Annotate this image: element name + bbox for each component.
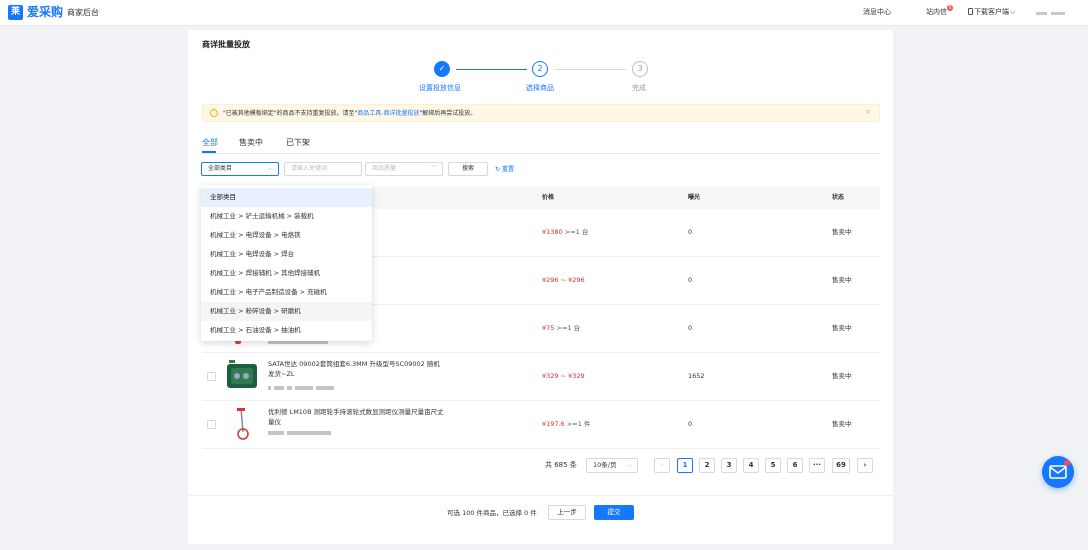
chevron-down-icon: ⌵ bbox=[1010, 8, 1016, 16]
reset-button[interactable]: ↻ 重置 bbox=[495, 165, 514, 174]
min-order: >=1 台 bbox=[564, 228, 589, 236]
step-2-circle: 2 bbox=[532, 61, 548, 77]
step-1-label: 设置投放信息 bbox=[419, 84, 461, 92]
category-option[interactable]: 全部类目 bbox=[201, 188, 372, 207]
step-1-check-icon: ✓ bbox=[434, 61, 450, 77]
product-status: 售卖中 bbox=[832, 324, 852, 332]
product-status: 售卖中 bbox=[832, 228, 852, 236]
user-name[interactable] bbox=[1051, 12, 1065, 15]
footer-bar: 可选 100 件商品，已选择 0 件 上一步 提交 bbox=[188, 495, 893, 539]
min-order: >=1 件 bbox=[566, 420, 591, 428]
row-checkbox[interactable] bbox=[207, 372, 216, 381]
refresh-icon: ↻ bbox=[495, 166, 501, 173]
avatar[interactable] bbox=[1036, 12, 1047, 15]
submit-button[interactable]: 提交 bbox=[594, 505, 634, 520]
search-button[interactable]: 搜索 bbox=[448, 162, 488, 176]
step-3-label: 完成 bbox=[632, 84, 646, 92]
logo-icon: 莱 bbox=[8, 5, 23, 20]
inbox-link[interactable]: 站内信 bbox=[926, 8, 947, 17]
product-image bbox=[225, 358, 259, 392]
warning-alert: ! "已被其他模板绑定"的商品不支持重复投放。请至"商品工具-商详批量投放"解绑… bbox=[202, 104, 880, 122]
alert-prefix: "已被其他模板绑定"的商品不支持重复投放。请至" bbox=[223, 110, 358, 117]
price-value: ¥296 ~ ¥296 bbox=[542, 276, 585, 284]
category-option[interactable]: 机械工业 > 电焊设备 > 焊台 bbox=[201, 245, 372, 264]
info-icon: ! bbox=[210, 109, 218, 117]
product-status: 售卖中 bbox=[832, 372, 852, 380]
step-2-label: 选择商品 bbox=[526, 84, 554, 92]
product-exposure: 0 bbox=[688, 324, 693, 332]
product-name: SATA世达 09002套筒组套6.3MM 升级型号SC09002 随机发货~Z… bbox=[268, 360, 440, 378]
close-icon[interactable]: × bbox=[865, 108, 871, 116]
price-value: ¥329 ~ ¥329 bbox=[542, 372, 585, 380]
product-status: 售卖中 bbox=[832, 420, 852, 428]
table-row: 优利德 LM10B 测距轮手持滚轮式数显测距仪测量尺量亩尺丈量仪 ¥197.6 … bbox=[202, 401, 880, 449]
column-status: 状态 bbox=[832, 194, 845, 201]
product-exposure: 0 bbox=[688, 276, 693, 284]
product-exposure: 0 bbox=[688, 228, 693, 236]
reset-label: 重置 bbox=[501, 166, 514, 173]
price-value: ¥1380 bbox=[542, 228, 563, 236]
product-status: 售卖中 bbox=[832, 276, 852, 284]
tab-off-shelf[interactable]: 已下架 bbox=[286, 138, 310, 148]
price-value: ¥197.6 bbox=[542, 420, 565, 428]
category-option[interactable]: 机械工业 > 粉碎设备 > 研磨机 bbox=[201, 302, 372, 321]
tab-all[interactable]: 全部 bbox=[202, 138, 218, 148]
category-option[interactable]: 机械工业 > 石油设备 > 抽油机 bbox=[201, 321, 372, 340]
previous-step-button[interactable]: 上一步 bbox=[548, 505, 586, 520]
phone-icon bbox=[968, 8, 973, 15]
product-id bbox=[268, 431, 334, 436]
alert-link[interactable]: 商品工具-商详批量投放 bbox=[357, 110, 419, 117]
category-select-value: 全部类目 bbox=[208, 165, 233, 172]
message-center-link[interactable]: 消息中心 bbox=[863, 8, 891, 17]
product-price: ¥197.6 >=1 件 bbox=[542, 420, 590, 429]
table-row: SATA世达 09002套筒组套6.3MM 升级型号SC09002 随机发货~Z… bbox=[202, 353, 880, 401]
product-name: 优利德 LM10B 测距轮手持滚轮式数显测距仪测量尺量亩尺丈量仪 bbox=[268, 408, 444, 426]
category-option[interactable]: 机械工业 > 电焊设备 > 电烙铁 bbox=[201, 226, 372, 245]
chevron-down-icon: ﹀ bbox=[430, 165, 437, 172]
mail-floating-button[interactable] bbox=[1042, 456, 1074, 488]
product-exposure: 1652 bbox=[688, 372, 705, 380]
alert-message: "已被其他模板绑定"的商品不支持重复投放。请至"商品工具-商详批量投放"解绑后再… bbox=[223, 109, 476, 118]
notification-dot bbox=[1064, 460, 1070, 466]
keyword-input-placeholder: 请输入关键词 bbox=[291, 165, 328, 172]
category-option[interactable]: 机械工业 > 铲土运输机械 > 装载机 bbox=[201, 207, 372, 226]
download-client-link[interactable]: 下载客户端⌵ bbox=[968, 8, 1015, 17]
step-connector-2 bbox=[554, 69, 626, 70]
category-dropdown: 全部类目 机械工业 > 铲土运输机械 > 装载机 机械工业 > 电焊设备 > 电… bbox=[201, 185, 372, 341]
tab-on-sale[interactable]: 售卖中 bbox=[239, 138, 263, 148]
product-price: ¥329 ~ ¥329 bbox=[542, 372, 585, 381]
price-value: ¥75 bbox=[542, 324, 555, 332]
category-option[interactable]: 机械工业 > 电子产品制造设备 > 充磁机 bbox=[201, 283, 372, 302]
product-image bbox=[225, 406, 259, 440]
product-price: ¥296 ~ ¥296 bbox=[542, 276, 585, 285]
product-id bbox=[268, 386, 337, 391]
category-select[interactable]: 全部类目 ︿ bbox=[201, 162, 279, 176]
keyword-input[interactable]: 请输入关键词 bbox=[284, 162, 362, 176]
column-price: 价格 bbox=[542, 194, 555, 201]
top-bar: 莱 爱采购 商家后台 消息中心 站内信 8 下载客户端⌵ bbox=[0, 0, 1088, 26]
tabs-divider bbox=[202, 153, 880, 154]
chevron-up-icon: ︿ bbox=[266, 165, 273, 172]
alert-suffix: "解绑后再尝试投放。 bbox=[419, 110, 477, 117]
download-client-label: 下载客户端 bbox=[974, 8, 1009, 16]
quality-select-placeholder: 商品质量 bbox=[372, 165, 397, 172]
step-3-circle: 3 bbox=[632, 61, 648, 77]
step-connector-1 bbox=[456, 69, 527, 70]
inbox-badge: 8 bbox=[947, 5, 953, 11]
selection-summary: 可选 100 件商品，已选择 0 件 bbox=[447, 509, 537, 517]
page-title: 商详批量投放 bbox=[202, 40, 250, 49]
row-checkbox[interactable] bbox=[207, 420, 216, 429]
quality-select[interactable]: 商品质量 ﹀ bbox=[365, 162, 443, 176]
product-exposure: 0 bbox=[688, 420, 693, 428]
brand-name: 爱采购 bbox=[27, 5, 64, 19]
product-price: ¥1380 >=1 台 bbox=[542, 228, 588, 237]
product-price: ¥75 >=1 台 bbox=[542, 324, 580, 333]
column-exposure: 曝光 bbox=[688, 194, 701, 201]
min-order: >=1 台 bbox=[556, 324, 581, 332]
brand-subtitle: 商家后台 bbox=[67, 8, 99, 17]
category-option[interactable]: 机械工业 > 焊接辅机 > 其他焊接辅机 bbox=[201, 264, 372, 283]
